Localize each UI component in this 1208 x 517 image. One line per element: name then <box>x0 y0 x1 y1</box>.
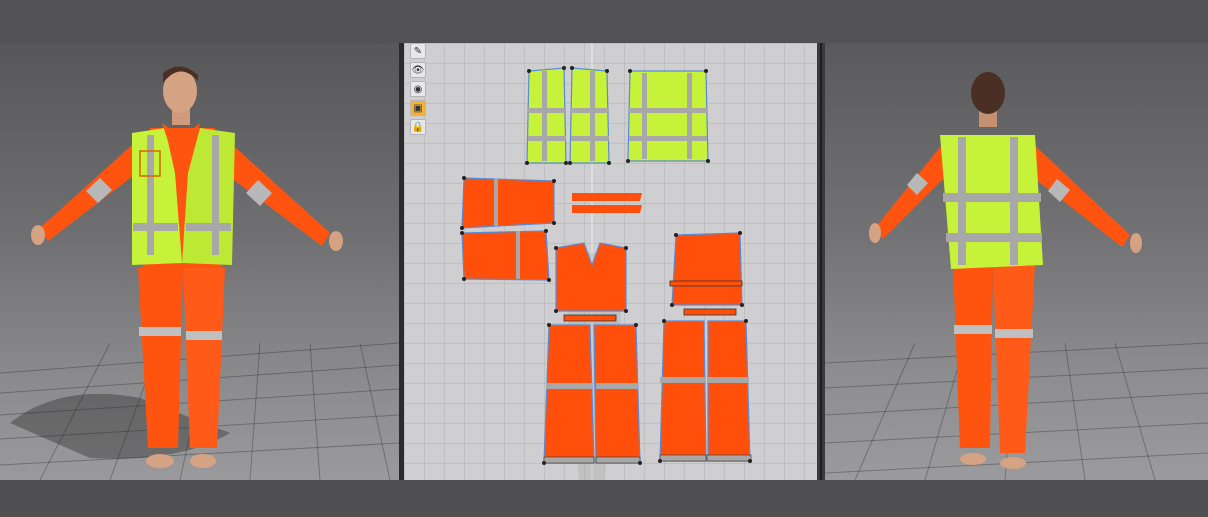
3d-viewport-back[interactable] <box>825 43 1208 480</box>
bottom-bar <box>0 480 1208 517</box>
eye-shirt-icon[interactable]: 👁 <box>410 62 426 78</box>
back-trousers-pattern <box>659 320 752 462</box>
3d-viewport-front[interactable] <box>0 43 399 480</box>
texture-icon[interactable]: ▣ <box>410 100 426 116</box>
top-bar <box>0 0 1208 43</box>
coverall-back-top-pattern <box>669 232 743 316</box>
pattern-toolbar: ✎ 👁 ◉ ▣ 🔒 <box>410 43 428 138</box>
vest-front-pattern <box>526 67 610 164</box>
pattern-canvas <box>460 43 752 480</box>
viewport-divider-right[interactable] <box>817 43 825 480</box>
2d-pattern-window[interactable]: ✎ 👁 ◉ ▣ 🔒 <box>404 43 817 480</box>
avatar-back-render <box>825 72 1208 480</box>
eye-vest-icon[interactable]: ◉ <box>410 81 426 97</box>
lock-icon[interactable]: 🔒 <box>410 119 426 135</box>
avatar-front-render <box>0 66 399 480</box>
vest-back-pattern <box>627 70 709 162</box>
pen-icon[interactable]: ✎ <box>410 43 426 59</box>
